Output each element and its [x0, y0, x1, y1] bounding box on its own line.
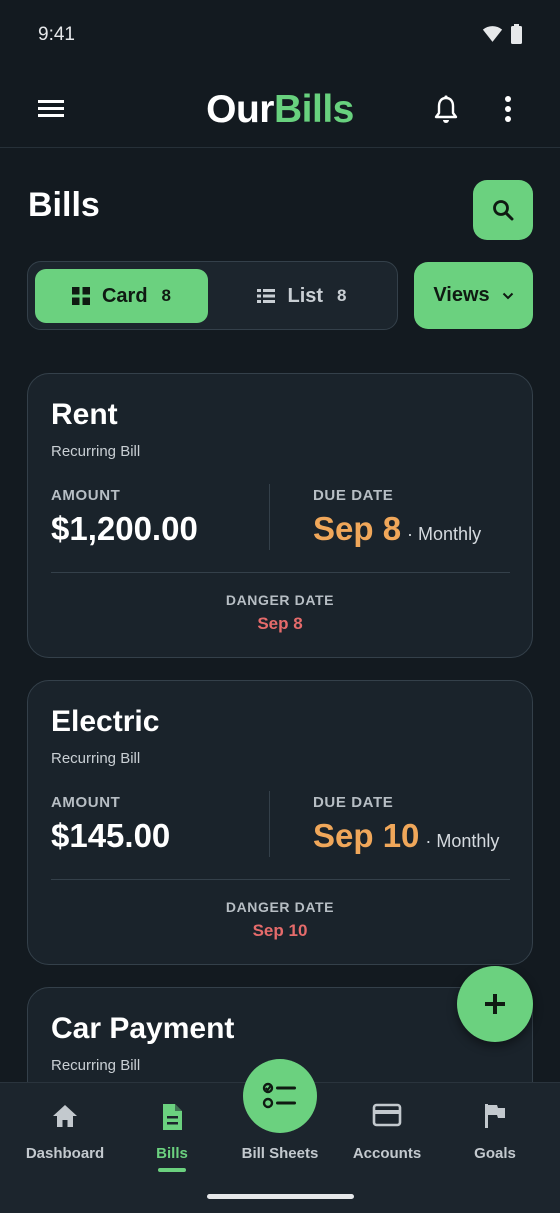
due-date-value: Sep 10: [313, 817, 420, 854]
checklist-icon: [262, 1082, 296, 1109]
nav-item-dashboard[interactable]: Dashboard: [9, 1083, 121, 1183]
danger-date-label: DANGER DATE: [225, 899, 335, 915]
bill-name: Car Payment: [51, 1012, 235, 1045]
bill-type: Recurring Bill: [51, 750, 141, 767]
bill-amount: $1,200.00: [51, 510, 198, 547]
bill-type: Recurring Bill: [51, 1057, 141, 1074]
nav-item-accounts[interactable]: Accounts: [331, 1083, 443, 1183]
list-view-toggle[interactable]: List 8: [214, 269, 390, 323]
brand-part1: Our: [206, 88, 274, 131]
wifi-icon: [482, 26, 503, 42]
home-indicator: [207, 1194, 354, 1199]
due-date-label: DUE DATE: [313, 487, 394, 504]
danger-date-value: Sep 10: [252, 921, 308, 940]
active-indicator: [158, 1168, 186, 1172]
plus-icon: [485, 994, 505, 1014]
amount-label: AMOUNT: [51, 794, 121, 811]
bill-name: Electric: [51, 705, 160, 738]
credit-card-icon: [372, 1103, 402, 1127]
due-date-label: DUE DATE: [313, 794, 394, 811]
bill-name: Rent: [51, 398, 118, 431]
bill-card[interactable]: Rent Recurring Bill AMOUNT DUE DATE $1,2…: [27, 373, 533, 658]
status-bar: 9:41: [0, 0, 560, 68]
app-brand: OurBills: [0, 88, 560, 132]
card-view-label: Card: [101, 284, 148, 307]
page-title: Bills: [28, 186, 100, 224]
list-icon: [257, 289, 276, 303]
views-button[interactable]: Views: [414, 262, 533, 329]
flag-icon: [485, 1104, 505, 1128]
card-view-count: 8: [161, 286, 172, 305]
card-view-toggle[interactable]: Card 8: [35, 269, 208, 323]
due-date-value: Sep 8: [313, 510, 402, 547]
screen: 9:41 OurBills Bills Card 8 List 8 Views …: [0, 0, 560, 1213]
nav-item-goals[interactable]: Goals: [439, 1083, 551, 1183]
bell-icon[interactable]: [432, 94, 460, 124]
nav-label: Goals: [474, 1145, 516, 1162]
document-icon: [163, 1104, 182, 1130]
brand-part2: Bills: [273, 88, 354, 131]
due-date-block: Sep 8 · Monthly: [313, 510, 481, 548]
danger-date-value: Sep 8: [257, 614, 303, 633]
divider: [269, 484, 270, 550]
more-vertical-icon[interactable]: [500, 94, 516, 124]
search-icon: [493, 200, 514, 221]
bill-sheets-button[interactable]: [243, 1059, 317, 1133]
bill-type: Recurring Bill: [51, 443, 141, 460]
divider: [51, 572, 510, 573]
add-bill-button[interactable]: [457, 966, 533, 1042]
status-time: 9:41: [38, 24, 75, 45]
divider: [269, 791, 270, 857]
danger-date-label: DANGER DATE: [225, 592, 335, 608]
bill-frequency: · Monthly: [407, 524, 482, 544]
list-view-count: 8: [337, 286, 347, 305]
home-icon: [53, 1105, 77, 1127]
bill-card[interactable]: Electric Recurring Bill AMOUNT DUE DATE …: [27, 680, 533, 965]
views-label: Views: [433, 284, 490, 306]
due-date-block: Sep 10 · Monthly: [313, 817, 499, 855]
nav-label: Accounts: [352, 1145, 422, 1162]
view-toggle: Card 8 List 8: [27, 261, 398, 330]
bill-frequency: · Monthly: [425, 831, 500, 851]
nav-label: Dashboard: [25, 1145, 105, 1162]
divider: [51, 879, 510, 880]
nav-label: Bill Sheets: [241, 1145, 319, 1162]
nav-item-bills[interactable]: Bills: [116, 1083, 228, 1183]
nav-label: Bills: [156, 1145, 188, 1162]
amount-label: AMOUNT: [51, 487, 121, 504]
chevron-down-icon: [502, 292, 513, 299]
list-view-label: List: [287, 284, 324, 307]
battery-icon: [511, 24, 522, 44]
search-button[interactable]: [473, 180, 533, 240]
grid-icon: [71, 287, 90, 305]
app-bar: OurBills: [0, 68, 560, 148]
bill-amount: $145.00: [51, 817, 171, 854]
